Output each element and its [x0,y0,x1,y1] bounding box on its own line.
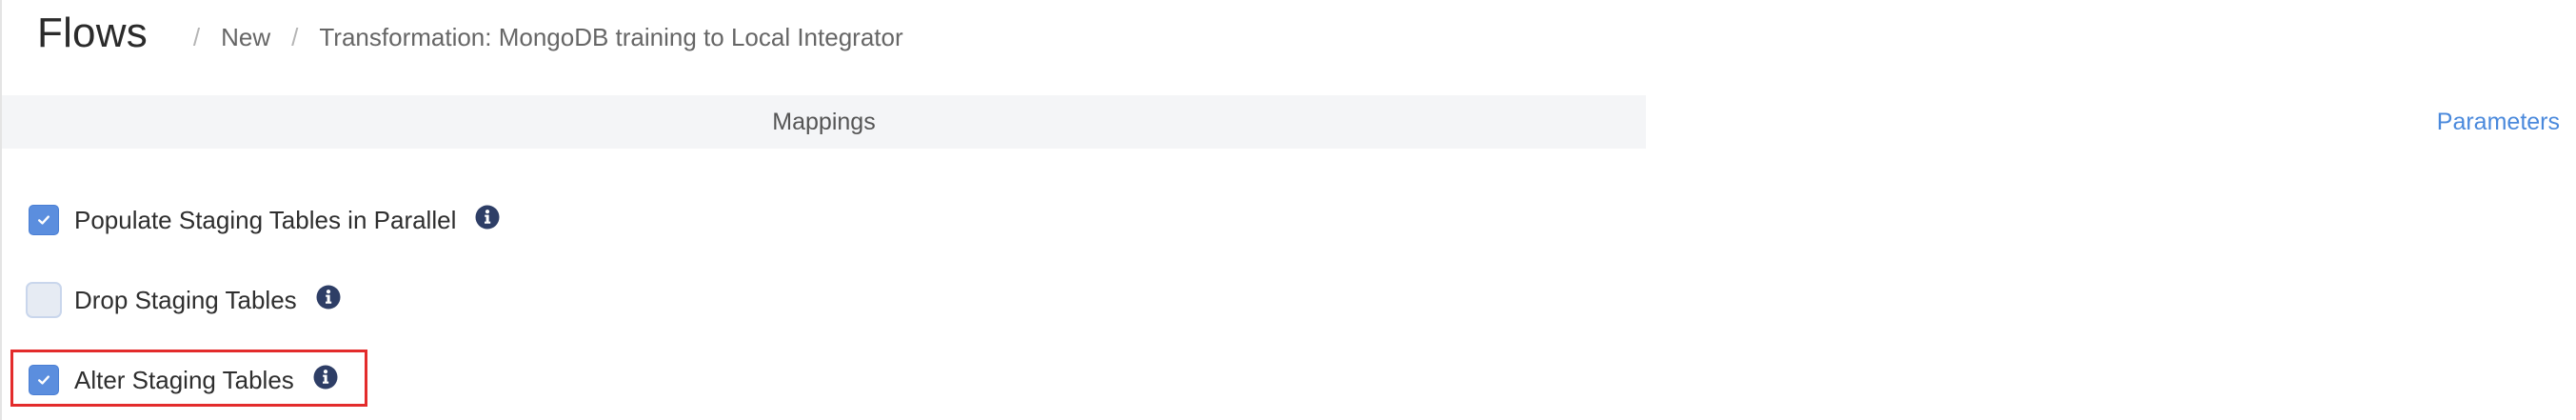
page: Flows / New / Transformation: MongoDB tr… [0,0,2576,420]
checkmark-icon [38,375,50,385]
breadcrumb-separator: / [192,22,201,51]
checkmark-icon [38,215,50,225]
option-alter-staging-tables: Alter Staging Tables [29,359,338,401]
drop-staging-checkbox[interactable] [26,282,62,318]
tab-mappings[interactable]: Mappings [2,95,1646,149]
breadcrumb-item-new[interactable]: New [221,23,270,52]
option-label: Drop Staging Tables [74,285,297,314]
tab-parameters[interactable]: Parameters [1646,95,2560,149]
option-populate-staging-parallel: Populate Staging Tables in Parallel [29,199,500,241]
tab-bar: Mappings Parameters [2,95,2576,149]
breadcrumb-item-transformation: Transformation: MongoDB training to Loca… [319,22,903,51]
page-title: Flows [37,10,148,56]
left-border [0,0,2,420]
alter-staging-checkbox[interactable] [29,365,59,395]
populate-parallel-checkbox[interactable] [29,205,59,235]
info-circle-icon[interactable] [475,205,500,230]
option-label: Alter Staging Tables [74,365,294,394]
info-circle-icon[interactable] [316,285,341,310]
page-header: Flows / New / Transformation: MongoDB tr… [37,0,903,67]
breadcrumb: / New / Transformation: MongoDB training… [172,15,903,52]
option-label: Populate Staging Tables in Parallel [74,205,457,234]
info-circle-icon[interactable] [313,365,338,390]
option-drop-staging-tables: Drop Staging Tables [26,279,341,321]
breadcrumb-separator: / [291,22,299,51]
